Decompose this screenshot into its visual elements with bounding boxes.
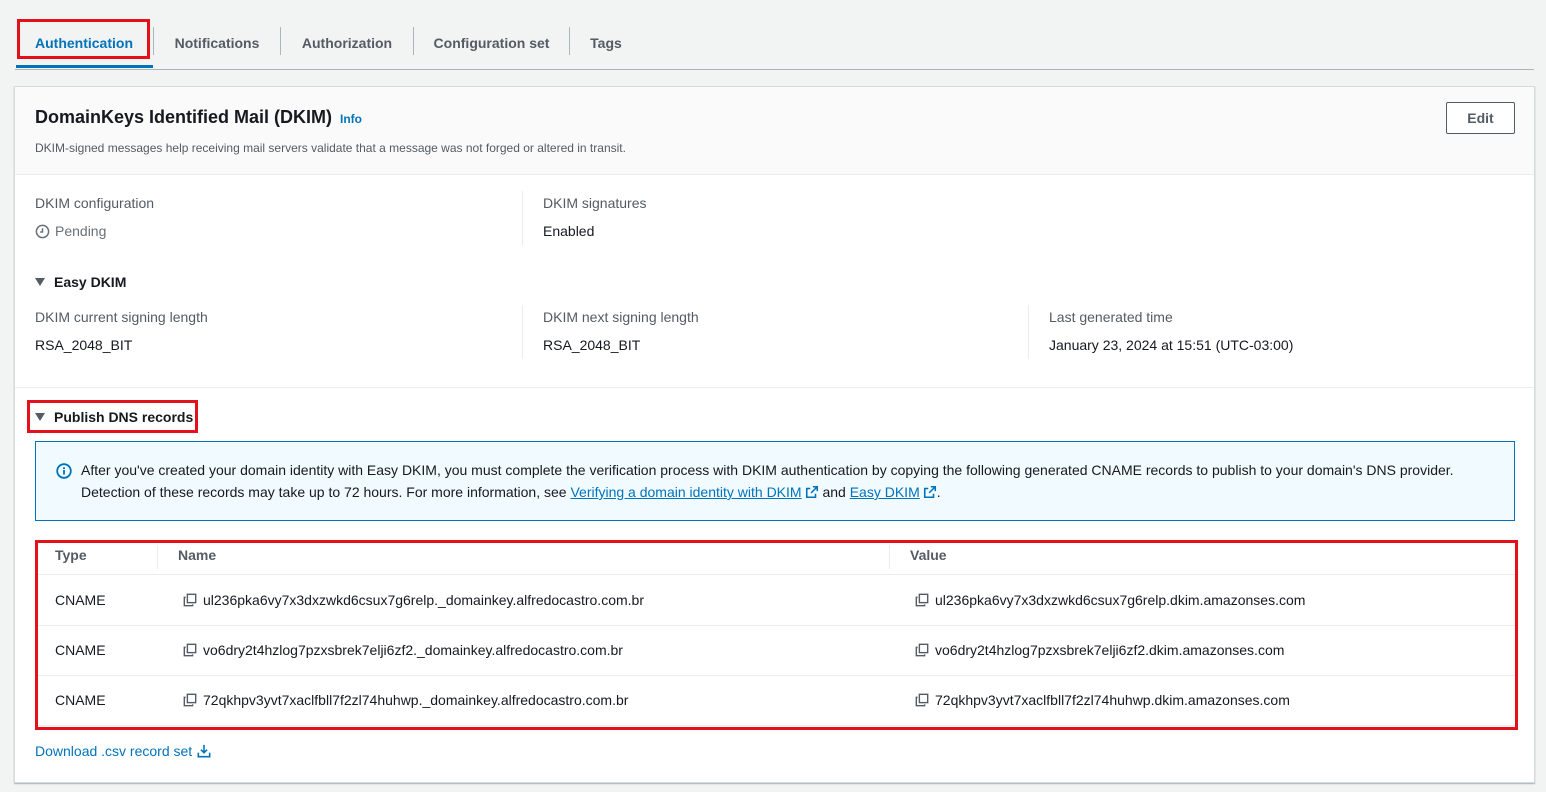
tab-bar: Authentication Notifications Authorizati…: [15, 18, 1534, 70]
last-generated-time-label: Last generated time: [1049, 309, 1173, 325]
dkim-configuration-status: Pending: [35, 223, 106, 239]
highlight-box-tab: [17, 19, 150, 59]
section-divider: [15, 387, 1534, 388]
external-link-icon: [923, 483, 937, 505]
current-signing-length-value: RSA_2048_BIT: [35, 337, 133, 353]
download-csv-label: Download .csv record set: [35, 743, 193, 759]
panel-description: DKIM-signed messages help receiving mail…: [35, 141, 626, 155]
active-tab-indicator: [16, 65, 153, 68]
edit-button[interactable]: Edit: [1446, 102, 1515, 134]
easy-dkim-expander[interactable]: Easy DKIM: [35, 274, 126, 290]
caret-down-icon: [35, 278, 45, 286]
external-link-icon: [805, 483, 819, 505]
easy-dkim-link-text: Easy DKIM: [849, 484, 920, 500]
highlight-box-table: [35, 540, 1518, 730]
alert-end-text: .: [936, 484, 941, 500]
easy-dkim-heading: Easy DKIM: [54, 274, 127, 290]
tab-authorization[interactable]: Authorization: [281, 18, 413, 68]
next-signing-length-label: DKIM next signing length: [543, 309, 699, 325]
column-separator: [1028, 305, 1029, 359]
column-separator: [522, 305, 523, 359]
next-signing-length-value: RSA_2048_BIT: [543, 337, 641, 353]
panel-title: DomainKeys Identified Mail (DKIM): [35, 107, 333, 127]
verifying-domain-link-text: Verifying a domain identity with DKIM: [570, 484, 802, 500]
alert-and-text: and: [818, 484, 850, 500]
download-icon: [192, 744, 211, 758]
current-signing-length-label: DKIM current signing length: [35, 309, 208, 325]
alert-text: After you've created your domain identit…: [81, 459, 1501, 505]
tab-tags[interactable]: Tags: [570, 18, 642, 68]
info-icon: [56, 463, 72, 482]
clock-icon: [35, 224, 55, 239]
verifying-domain-link[interactable]: Verifying a domain identity with DKIM: [570, 484, 818, 500]
panel-header: DomainKeys Identified Mail (DKIM) Info D…: [15, 87, 1534, 175]
last-generated-time-value: January 23, 2024 at 15:51 (UTC-03:00): [1049, 337, 1294, 353]
info-alert: After you've created your domain identit…: [35, 441, 1515, 521]
dkim-signatures-value: Enabled: [543, 223, 595, 239]
tab-notifications[interactable]: Notifications: [154, 18, 280, 68]
dkim-panel: DomainKeys Identified Mail (DKIM) Info D…: [14, 86, 1535, 783]
column-separator: [522, 191, 523, 245]
tab-configuration-set[interactable]: Configuration set: [414, 18, 569, 68]
highlight-box-publish: [27, 400, 198, 433]
dkim-configuration-label: DKIM configuration: [35, 195, 155, 211]
pending-status-text: Pending: [55, 223, 107, 239]
info-link[interactable]: Info: [340, 112, 362, 126]
easy-dkim-link[interactable]: Easy DKIM: [850, 484, 937, 500]
download-csv-link[interactable]: Download .csv record set: [35, 743, 211, 759]
dkim-signatures-label: DKIM signatures: [543, 195, 647, 211]
